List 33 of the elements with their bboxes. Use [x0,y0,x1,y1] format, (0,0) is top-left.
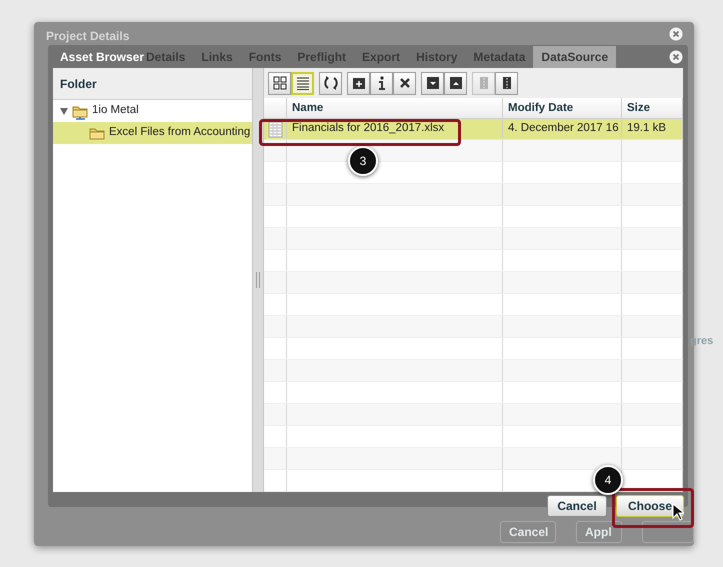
toolbar-button[interactable] [319,72,342,95]
window-title: Asset Browser [60,48,144,66]
dialog-button[interactable]: Choose [616,495,684,517]
column-header: Folder [60,76,97,92]
table-cell: 4. December 2017 16 [503,119,622,139]
table-cell: 19.1 kB [622,119,683,139]
toolbar-button[interactable] [291,72,314,95]
close-icon[interactable] [669,27,683,41]
dialog-button[interactable]: Appl [576,521,622,543]
tab[interactable]: DataSource [533,46,616,68]
toolbar-button[interactable] [268,72,291,95]
toolbar-button[interactable] [495,72,518,95]
dialog-title: Project Details [46,28,130,45]
toolbar-button[interactable] [393,72,416,95]
grid-view-icon [270,74,288,92]
dialog-button[interactable]: Cancel [500,521,556,543]
refresh-icon [322,74,340,92]
toolbar-button[interactable] [444,72,467,95]
toolbar-button[interactable] [421,72,444,95]
column-header[interactable]: Modify Date [503,98,622,118]
spreadsheet-icon [268,120,282,138]
toolbar-button[interactable] [370,72,393,95]
column-header[interactable]: Size [622,98,683,118]
tree-item[interactable]: Excel Files from Accounting [53,122,252,144]
cursor-icon [672,503,684,521]
tree-item[interactable]: 1io Metal [53,100,252,122]
info-icon [378,76,386,90]
dialog-button[interactable]: Cancel [547,495,607,517]
close-icon[interactable] [669,50,683,64]
toolbar-button[interactable] [347,72,370,95]
expander-icon[interactable] [59,106,69,116]
file-row[interactable]: Financials for 2016_2017.xlsx 4. December 2017 16 19.1 kB [264,119,683,140]
column-header[interactable]: Name [287,98,503,118]
